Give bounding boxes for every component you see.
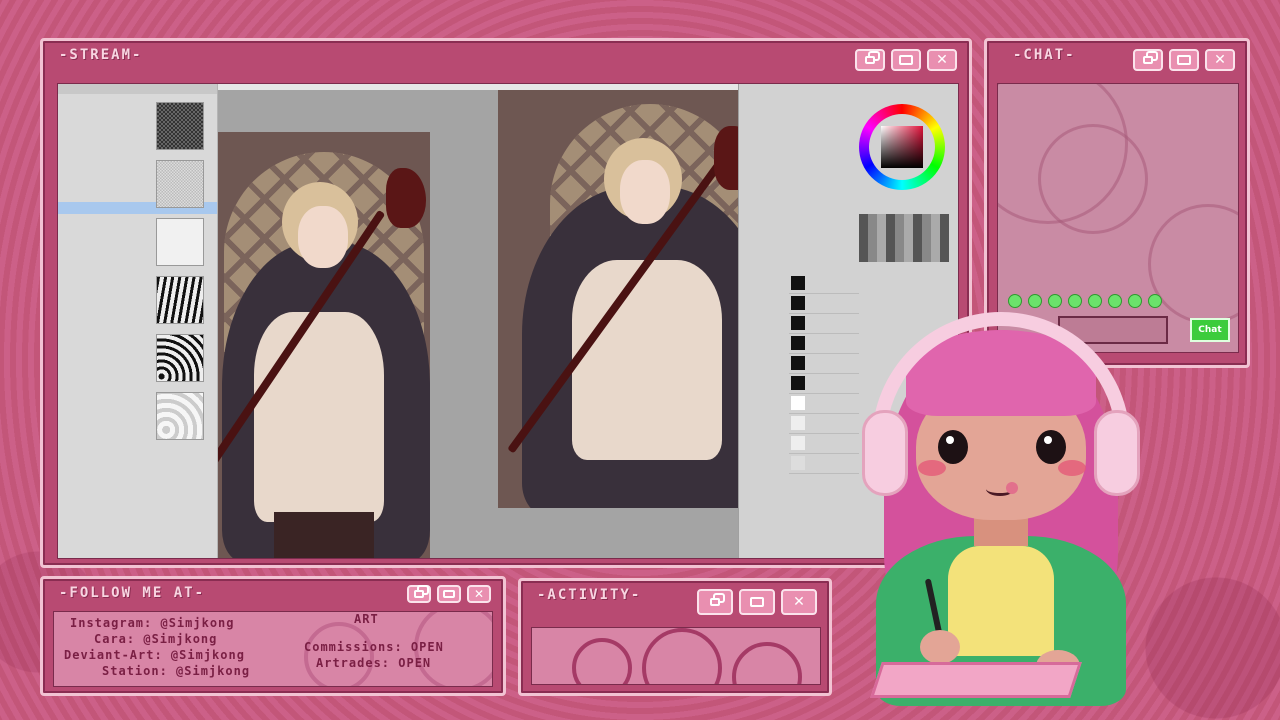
close-icon[interactable]: ✕ bbox=[467, 585, 491, 603]
activity-title: -ACTIVITY- bbox=[537, 587, 642, 603]
rose-decoration bbox=[642, 628, 722, 684]
avatar-eye-left bbox=[938, 430, 968, 464]
avatar-blush-left bbox=[918, 460, 946, 476]
avatar-neck bbox=[974, 516, 1028, 546]
staff-head bbox=[386, 168, 426, 228]
stream-title: -STREAM- bbox=[59, 47, 143, 63]
activity-window-controls: ✕ bbox=[697, 589, 817, 615]
layer-row[interactable] bbox=[789, 396, 859, 414]
layer-row[interactable] bbox=[789, 276, 859, 294]
avatar-shirt bbox=[948, 546, 1054, 656]
chat-send-button[interactable]: Chat bbox=[1190, 318, 1230, 342]
rose-decoration bbox=[732, 642, 802, 684]
layer-row[interactable] bbox=[789, 316, 859, 334]
texture-thumbnail[interactable] bbox=[156, 276, 204, 324]
avatar-eye-right bbox=[1036, 430, 1066, 464]
canvas-area[interactable] bbox=[218, 90, 958, 558]
panel-header bbox=[58, 84, 217, 94]
pants bbox=[274, 512, 374, 558]
avatar-hand bbox=[920, 630, 960, 664]
maximize-icon[interactable] bbox=[1169, 49, 1199, 71]
follow-title: -FOLLOW ME AT- bbox=[59, 585, 206, 601]
rose-decoration bbox=[572, 638, 632, 684]
artrades-status: Artrades: OPEN bbox=[316, 656, 432, 670]
maximize-icon[interactable] bbox=[739, 589, 775, 615]
activity-feed bbox=[531, 627, 821, 685]
emote-icon[interactable] bbox=[1008, 294, 1022, 308]
headphone-left-icon bbox=[862, 410, 908, 496]
restore-icon[interactable] bbox=[697, 589, 733, 615]
color-palette[interactable] bbox=[859, 214, 949, 262]
chat-window-controls: ✕ bbox=[1133, 49, 1235, 71]
emote-icon[interactable] bbox=[1088, 294, 1102, 308]
close-icon[interactable]: ✕ bbox=[927, 49, 957, 71]
chat-title: -CHAT- bbox=[1013, 47, 1076, 63]
activity-window: -ACTIVITY- ✕ bbox=[518, 578, 832, 696]
painting-left bbox=[218, 132, 430, 558]
avatar-tongue bbox=[1006, 482, 1018, 494]
flower-decoration bbox=[1038, 124, 1148, 234]
color-wheel[interactable] bbox=[859, 104, 945, 190]
shirt bbox=[572, 260, 722, 460]
emote-row bbox=[1008, 294, 1162, 308]
shirt bbox=[254, 312, 384, 522]
stream-window: -STREAM- ✕ bbox=[40, 38, 972, 568]
restore-icon[interactable] bbox=[407, 585, 431, 603]
face bbox=[620, 160, 670, 224]
face bbox=[298, 206, 348, 268]
maximize-icon[interactable] bbox=[437, 585, 461, 603]
material-panel bbox=[58, 84, 218, 558]
color-picker-square[interactable] bbox=[881, 126, 923, 168]
social-cara[interactable]: Cara: @Simjkong bbox=[94, 632, 217, 646]
emote-icon[interactable] bbox=[1028, 294, 1042, 308]
restore-icon[interactable] bbox=[855, 49, 885, 71]
layer-row[interactable] bbox=[789, 356, 859, 374]
stream-window-controls: ✕ bbox=[855, 49, 957, 71]
layer-row[interactable] bbox=[789, 456, 859, 474]
social-instagram[interactable]: Instagram: @Simjkong bbox=[70, 616, 235, 630]
emote-icon[interactable] bbox=[1048, 294, 1062, 308]
texture-thumbnail[interactable] bbox=[156, 334, 204, 382]
social-station[interactable]: Station: @Simjkong bbox=[102, 664, 250, 678]
drawing-tablet bbox=[870, 662, 1082, 698]
layer-row[interactable] bbox=[789, 436, 859, 454]
layer-row[interactable] bbox=[789, 416, 859, 434]
close-icon[interactable]: ✕ bbox=[1205, 49, 1235, 71]
restore-icon[interactable] bbox=[1133, 49, 1163, 71]
layer-list bbox=[739, 274, 859, 474]
texture-thumbnail[interactable] bbox=[156, 218, 204, 266]
avatar-blush-right bbox=[1058, 460, 1086, 476]
stream-screen bbox=[57, 83, 959, 559]
close-icon[interactable]: ✕ bbox=[781, 589, 817, 615]
maximize-icon[interactable] bbox=[891, 49, 921, 71]
emote-icon[interactable] bbox=[1068, 294, 1082, 308]
social-deviantart[interactable]: Deviant-Art: @Simjkong bbox=[64, 648, 245, 662]
texture-list bbox=[150, 96, 210, 450]
follow-window-controls: ✕ bbox=[407, 585, 491, 603]
layer-row[interactable] bbox=[789, 376, 859, 394]
emote-icon[interactable] bbox=[1148, 294, 1162, 308]
art-heading: ART bbox=[354, 612, 379, 626]
follow-window: -FOLLOW ME AT- ✕ Instagram: @Simjkong Ca… bbox=[40, 576, 506, 696]
vtuber-avatar bbox=[856, 310, 1146, 710]
headphone-right-icon bbox=[1094, 410, 1140, 496]
texture-thumbnail[interactable] bbox=[156, 102, 204, 150]
rose-decoration bbox=[304, 622, 374, 686]
layer-row[interactable] bbox=[789, 296, 859, 314]
emote-icon[interactable] bbox=[1128, 294, 1142, 308]
commissions-status: Commissions: OPEN bbox=[304, 640, 444, 654]
emote-icon[interactable] bbox=[1108, 294, 1122, 308]
headphones-band bbox=[872, 312, 1130, 442]
layer-row[interactable] bbox=[789, 336, 859, 354]
texture-thumbnail[interactable] bbox=[156, 160, 204, 208]
follow-content: Instagram: @Simjkong Cara: @Simjkong Dev… bbox=[53, 611, 493, 687]
texture-thumbnail[interactable] bbox=[156, 392, 204, 440]
